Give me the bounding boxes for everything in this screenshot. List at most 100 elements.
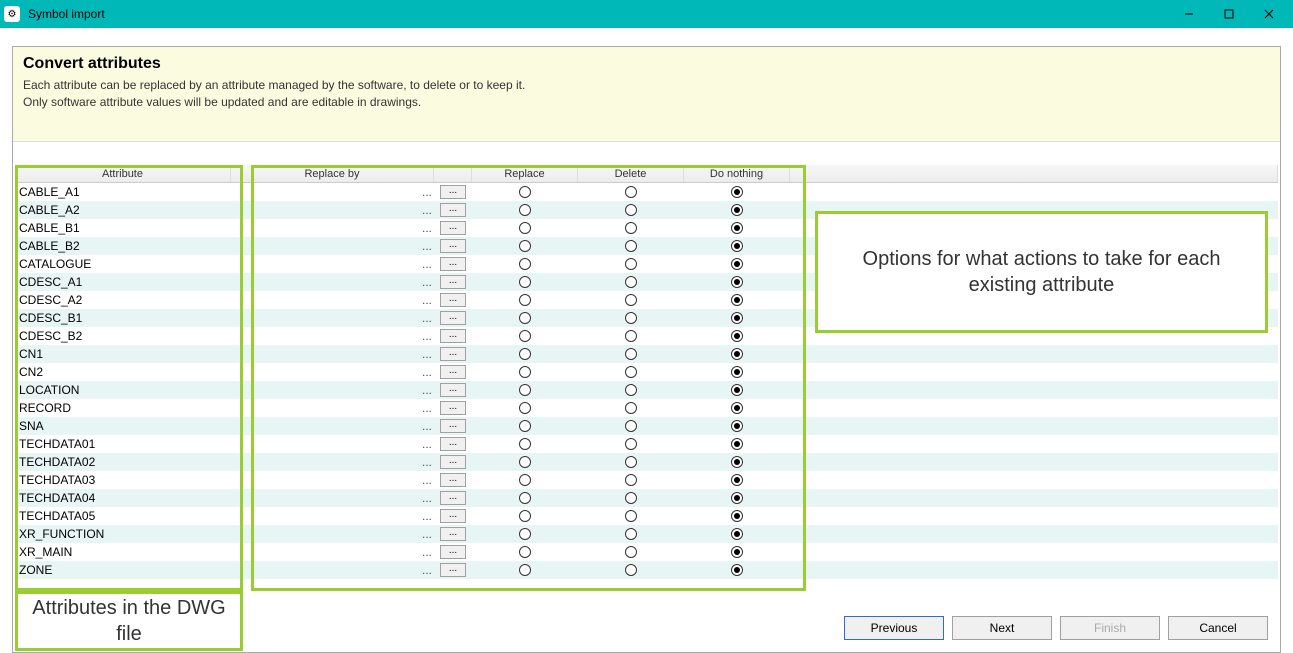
picker-button[interactable]: ... — [440, 347, 466, 361]
replace-radio[interactable] — [519, 564, 531, 576]
picker-button[interactable]: ... — [440, 437, 466, 451]
replace-by-cell[interactable]: ... — [231, 381, 434, 399]
picker-button[interactable]: ... — [440, 275, 466, 289]
replace-by-cell[interactable]: ... — [231, 507, 434, 525]
picker-button[interactable]: ... — [440, 365, 466, 379]
replace-radio[interactable] — [519, 402, 531, 414]
col-header-picker[interactable] — [434, 165, 472, 182]
delete-radio[interactable] — [625, 546, 637, 558]
replace-radio[interactable] — [519, 366, 531, 378]
picker-button[interactable]: ... — [440, 527, 466, 541]
do-nothing-radio[interactable] — [731, 222, 743, 234]
replace-radio[interactable] — [519, 546, 531, 558]
replace-radio[interactable] — [519, 204, 531, 216]
table-row[interactable]: XR_FUNCTION...... — [15, 525, 1278, 543]
picker-button[interactable]: ... — [440, 239, 466, 253]
replace-radio[interactable] — [519, 348, 531, 360]
do-nothing-radio[interactable] — [731, 204, 743, 216]
col-header-replace-by[interactable]: Replace by — [231, 165, 434, 182]
replace-by-cell[interactable]: ... — [231, 363, 434, 381]
picker-button[interactable]: ... — [440, 473, 466, 487]
picker-button[interactable]: ... — [440, 545, 466, 559]
table-row[interactable]: CN1...... — [15, 345, 1278, 363]
replace-by-cell[interactable]: ... — [231, 237, 434, 255]
picker-button[interactable]: ... — [440, 329, 466, 343]
close-button[interactable] — [1249, 0, 1289, 28]
replace-by-cell[interactable]: ... — [231, 327, 434, 345]
delete-radio[interactable] — [625, 312, 637, 324]
delete-radio[interactable] — [625, 528, 637, 540]
minimize-button[interactable] — [1169, 0, 1209, 28]
cancel-button[interactable]: Cancel — [1168, 616, 1268, 640]
delete-radio[interactable] — [625, 564, 637, 576]
col-header-attribute[interactable]: Attribute — [15, 165, 231, 182]
replace-radio[interactable] — [519, 384, 531, 396]
delete-radio[interactable] — [625, 186, 637, 198]
table-row[interactable]: XR_MAIN...... — [15, 543, 1278, 561]
replace-radio[interactable] — [519, 492, 531, 504]
do-nothing-radio[interactable] — [731, 384, 743, 396]
picker-button[interactable]: ... — [440, 383, 466, 397]
do-nothing-radio[interactable] — [731, 474, 743, 486]
do-nothing-radio[interactable] — [731, 366, 743, 378]
delete-radio[interactable] — [625, 438, 637, 450]
delete-radio[interactable] — [625, 456, 637, 468]
picker-button[interactable]: ... — [440, 293, 466, 307]
do-nothing-radio[interactable] — [731, 510, 743, 522]
do-nothing-radio[interactable] — [731, 492, 743, 504]
replace-by-cell[interactable]: ... — [231, 525, 434, 543]
maximize-button[interactable] — [1209, 0, 1249, 28]
picker-button[interactable]: ... — [440, 563, 466, 577]
delete-radio[interactable] — [625, 330, 637, 342]
delete-radio[interactable] — [625, 366, 637, 378]
replace-by-cell[interactable]: ... — [231, 219, 434, 237]
delete-radio[interactable] — [625, 420, 637, 432]
delete-radio[interactable] — [625, 240, 637, 252]
do-nothing-radio[interactable] — [731, 546, 743, 558]
col-header-do-nothing[interactable]: Do nothing — [684, 165, 790, 182]
delete-radio[interactable] — [625, 258, 637, 270]
picker-button[interactable]: ... — [440, 491, 466, 505]
picker-button[interactable]: ... — [440, 509, 466, 523]
replace-radio[interactable] — [519, 276, 531, 288]
table-row[interactable]: RECORD...... — [15, 399, 1278, 417]
picker-button[interactable]: ... — [440, 257, 466, 271]
do-nothing-radio[interactable] — [731, 294, 743, 306]
do-nothing-radio[interactable] — [731, 420, 743, 432]
finish-button[interactable]: Finish — [1060, 616, 1160, 640]
replace-radio[interactable] — [519, 474, 531, 486]
table-row[interactable]: TECHDATA05...... — [15, 507, 1278, 525]
replace-radio[interactable] — [519, 456, 531, 468]
do-nothing-radio[interactable] — [731, 276, 743, 288]
do-nothing-radio[interactable] — [731, 438, 743, 450]
delete-radio[interactable] — [625, 348, 637, 360]
do-nothing-radio[interactable] — [731, 258, 743, 270]
table-row[interactable]: ZONE...... — [15, 561, 1278, 579]
do-nothing-radio[interactable] — [731, 348, 743, 360]
delete-radio[interactable] — [625, 276, 637, 288]
replace-radio[interactable] — [519, 420, 531, 432]
replace-by-cell[interactable]: ... — [231, 399, 434, 417]
replace-radio[interactable] — [519, 258, 531, 270]
replace-radio[interactable] — [519, 186, 531, 198]
replace-by-cell[interactable]: ... — [231, 561, 434, 579]
replace-by-cell[interactable]: ... — [231, 345, 434, 363]
replace-by-cell[interactable]: ... — [231, 453, 434, 471]
do-nothing-radio[interactable] — [731, 240, 743, 252]
previous-button[interactable]: Previous — [844, 616, 944, 640]
replace-by-cell[interactable]: ... — [231, 255, 434, 273]
do-nothing-radio[interactable] — [731, 312, 743, 324]
do-nothing-radio[interactable] — [731, 186, 743, 198]
table-row[interactable]: TECHDATA02...... — [15, 453, 1278, 471]
do-nothing-radio[interactable] — [731, 456, 743, 468]
col-header-delete[interactable]: Delete — [578, 165, 684, 182]
do-nothing-radio[interactable] — [731, 564, 743, 576]
picker-button[interactable]: ... — [440, 419, 466, 433]
delete-radio[interactable] — [625, 402, 637, 414]
table-row[interactable]: SNA...... — [15, 417, 1278, 435]
replace-by-cell[interactable]: ... — [231, 489, 434, 507]
delete-radio[interactable] — [625, 474, 637, 486]
table-row[interactable]: TECHDATA04...... — [15, 489, 1278, 507]
delete-radio[interactable] — [625, 204, 637, 216]
do-nothing-radio[interactable] — [731, 330, 743, 342]
